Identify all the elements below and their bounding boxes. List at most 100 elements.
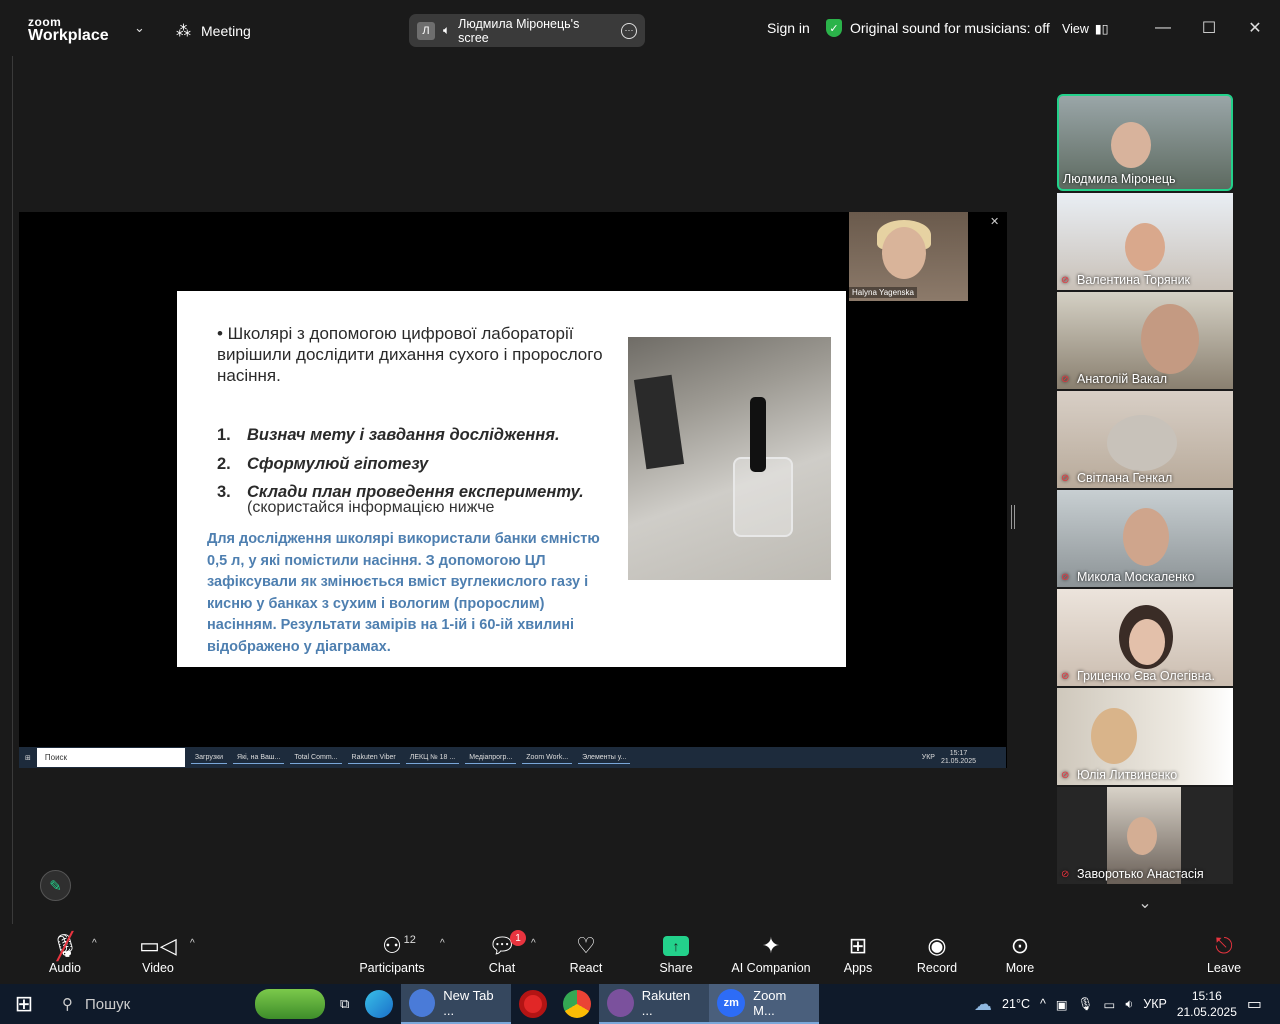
notifications-icon[interactable]: ▭ [1247,994,1262,1014]
taskbar-app-label: Zoom M... [753,988,787,1018]
audio-caret-icon[interactable]: ^ [92,938,97,949]
shared-task-item: Total Comm... [290,752,342,764]
view-button[interactable]: View ▮▯ [1062,21,1109,37]
person-face [1125,223,1165,271]
chevron-down-icon[interactable]: ⌄ [134,20,145,36]
chat-icon: 💬︎ 1 [488,930,526,960]
people-icon: ⁂ [176,23,191,40]
close-button[interactable]: ✕ [1232,14,1278,42]
share-arrow-icon: ↑ [663,936,689,956]
shared-search: Поиск [36,748,185,767]
speaker-icon: 🔈︎ [442,23,451,37]
video-caret-icon[interactable]: ^ [190,938,195,949]
slide-step: 2. Сформулюй гіпотезу [217,454,429,473]
chat-badge: 1 [509,930,526,946]
camera-icon[interactable]: ▣ [1056,997,1068,1012]
mic-icon[interactable]: 🎙︎ [1078,997,1094,1012]
shared-task-item: Rakuten Viber [347,752,400,764]
network-icon[interactable]: ▭ [1104,997,1116,1012]
react-label: React [569,961,603,975]
share-button[interactable]: ↑ Share [636,932,716,975]
sparkle-icon: ✦ [761,933,781,958]
participant-name: ⊘ Валентина Торяник [1061,273,1191,287]
chevron-down-icon[interactable]: ⌄ [1107,888,1183,918]
share-pill-text: Людмила Міронець's scree [458,16,580,45]
person-face [882,227,926,279]
taskbar-search[interactable]: ⚲ Пошук [48,984,248,1024]
task-view-icon[interactable]: ⧉ [332,984,357,1024]
person-face [1127,817,1157,855]
participant-tile[interactable]: ⊘ Світлана Генкал [1057,391,1233,488]
person-face [1111,122,1151,168]
heart-icon: ♡ [576,933,596,958]
chat-caret-icon[interactable]: ^ [531,938,536,949]
experiment-photo [628,337,831,580]
windows-taskbar: ⊞ ⚲ Пошук ⧉ New Tab ... Rakuten ... zm Z… [0,984,1280,1024]
person-face [1107,415,1177,471]
taskbar-search-label: Пошук [85,995,131,1013]
chevron-up-icon[interactable]: ^ [1040,997,1046,1011]
mic-muted-icon: ⊘ [1061,868,1070,880]
leave-label: Leave [1206,961,1242,975]
taskbar-app-chrome-newtab[interactable]: New Tab ... [401,984,512,1024]
participant-tile[interactable]: ⊘ Заворотько Анастасія [1057,787,1233,884]
participant-tile[interactable]: ⊘ Анатолій Вакал [1057,292,1233,389]
video-button[interactable]: ▭◁ Video [118,932,198,975]
participants-button[interactable]: ⚇ 12 Participants [352,932,432,975]
participants-icon: ⚇ 12 [382,933,416,958]
input-language[interactable]: УКР [1143,997,1167,1011]
shared-lang: УКР [921,754,935,761]
mic-muted-icon: ⊘ [1061,769,1070,781]
mic-muted-icon: ⊘ [1061,670,1070,682]
windows-start-icon[interactable]: ⊞ [0,984,48,1024]
more-button[interactable]: ⊙ More [980,932,1060,975]
window-controls: — ☐ ✕ [1140,14,1278,42]
original-sound-label: Original sound for musicians: off [850,20,1050,36]
react-button[interactable]: ♡ React [546,932,626,975]
taskbar-app-viber[interactable]: Rakuten ... [599,984,710,1024]
taskbar-app-zoom[interactable]: zm Zoom M... [709,984,820,1024]
maximize-button[interactable]: ☐ [1186,14,1232,42]
taskbar-app-label: Rakuten ... [641,988,691,1018]
participants-caret-icon[interactable]: ^ [440,938,445,949]
view-label: View [1062,21,1089,36]
cloud-icon: ☁ [974,993,993,1014]
slide-parenthetical: (скористайся інформацією нижче [247,499,495,516]
share-label: Share [659,961,693,975]
presenter-avatar: Л [417,21,435,40]
inset-name: Halyna Yagenska [849,287,917,298]
widgets-image[interactable] [248,984,332,1024]
ai-companion-button[interactable]: ✦ AI Companion [721,932,821,975]
meeting-menu[interactable]: ⁂ Meeting [176,22,251,40]
taskbar-clock[interactable]: 15:16 21.05.2025 [1177,988,1237,1020]
windows-icon: ⊞ [25,754,31,762]
system-tray: ☁ 21°C ^ ▣ 🎙︎ ▭ 🔉︎ УКР 15:16 21.05.2025 ▭ [974,984,1280,1024]
shared-taskbar: ⊞ Поиск Загрузки Які, на Ваш... Total Co… [19,747,1006,768]
record-button[interactable]: ◉ Record [897,932,977,975]
opera-icon[interactable] [511,984,555,1024]
participant-tile[interactable]: ⊘ Микола Москаленко [1057,490,1233,587]
annotate-pencil-icon[interactable]: ✎ [40,870,71,901]
edge-icon[interactable] [357,984,401,1024]
record-label: Record [916,961,958,975]
meeting-label: Meeting [201,23,251,39]
volume-icon[interactable]: 🔉︎ [1125,997,1133,1012]
participant-tile[interactable]: ⊘ Юлія Литвиненко [1057,688,1233,785]
mic-muted-icon: ⊘ [1061,571,1070,583]
minimize-button[interactable]: — [1140,14,1186,42]
apps-button[interactable]: ⊞ Apps [818,932,898,975]
participant-tile[interactable]: Людмила Міронець [1057,94,1233,191]
shared-task-item: Zoom Work... [522,752,573,764]
chrome-icon[interactable] [555,984,599,1024]
participant-tile[interactable]: ⊘ Валентина Торяник [1057,193,1233,290]
leave-button[interactable]: ⎋ Leave [1184,932,1264,975]
screen-share-pill[interactable]: Л 🔈︎ Людмила Міронець's scree ··· [409,14,645,47]
weather-temp[interactable]: 21°C [1002,997,1030,1011]
sign-in-link[interactable]: Sign in [767,20,810,36]
original-sound-toggle[interactable]: ✓ Original sound for musicians: off [826,19,1050,37]
participant-tile[interactable]: ⊘ Гриценко Єва Олегівна. [1057,589,1233,686]
chat-button[interactable]: 💬︎ 1 Chat [462,930,542,975]
grid-icon: ▮▯ [1094,22,1109,36]
resize-handle[interactable] [1011,505,1015,529]
more-icon[interactable]: ··· [621,22,637,39]
